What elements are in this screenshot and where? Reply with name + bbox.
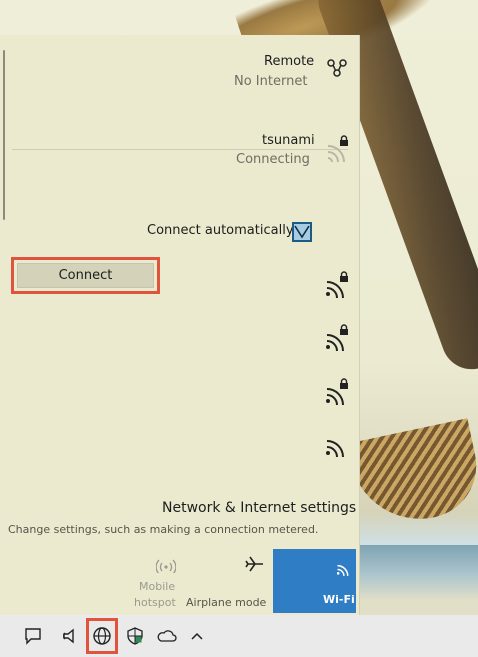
- wifi-quick-action[interactable]: Wi-Fi: [273, 549, 356, 613]
- wifi-icon: [335, 561, 349, 580]
- mobile-hotspot-label-1: Mobile: [139, 580, 176, 593]
- connect-automatically-checkbox[interactable]: [292, 222, 312, 242]
- wifi-secured-icon: [323, 385, 345, 409]
- wifi-secured-icon: [323, 331, 345, 355]
- connect-automatically-label: Connect automatically: [147, 223, 294, 238]
- security-icon[interactable]: [124, 625, 146, 647]
- connect-button-highlight: Connect: [11, 257, 160, 294]
- wifi-tile-label: Wi-Fi: [323, 593, 355, 606]
- hotspot-icon: [155, 558, 177, 577]
- network-settings-description: Change settings, such as making a connec…: [8, 523, 319, 536]
- hammock: [346, 418, 478, 532]
- mobile-hotspot-label-2: hotspot: [134, 596, 176, 609]
- divider: [12, 149, 348, 150]
- network-flyout: Remote No Internet tsunami Connecting Co…: [0, 35, 360, 615]
- wifi-connecting-icon: [324, 142, 346, 166]
- sea: [358, 545, 478, 615]
- network-name-remote: Remote: [264, 54, 315, 69]
- airplane-mode-label: Airplane mode: [186, 596, 267, 609]
- network-status-tsunami: Connecting: [236, 152, 310, 167]
- wifi-secured-icon: [323, 278, 345, 302]
- onedrive-icon[interactable]: [156, 625, 178, 647]
- airplane-icon: [245, 554, 265, 578]
- network-status-remote: No Internet: [234, 74, 308, 89]
- chevron-up-icon[interactable]: [186, 625, 208, 647]
- network-name-tsunami: tsunami: [262, 133, 315, 148]
- scrollbar[interactable]: [3, 50, 5, 220]
- volume-icon[interactable]: [60, 625, 82, 647]
- taskbar: [0, 615, 478, 657]
- cellular-link-icon: [325, 57, 349, 83]
- network-settings-link[interactable]: Network & Internet settings: [162, 500, 356, 516]
- network-icon[interactable]: [91, 625, 113, 647]
- checkmark-icon: [294, 225, 310, 239]
- notification-icon[interactable]: [22, 625, 44, 647]
- connect-button[interactable]: Connect: [17, 263, 154, 288]
- wifi-icon: [323, 437, 345, 461]
